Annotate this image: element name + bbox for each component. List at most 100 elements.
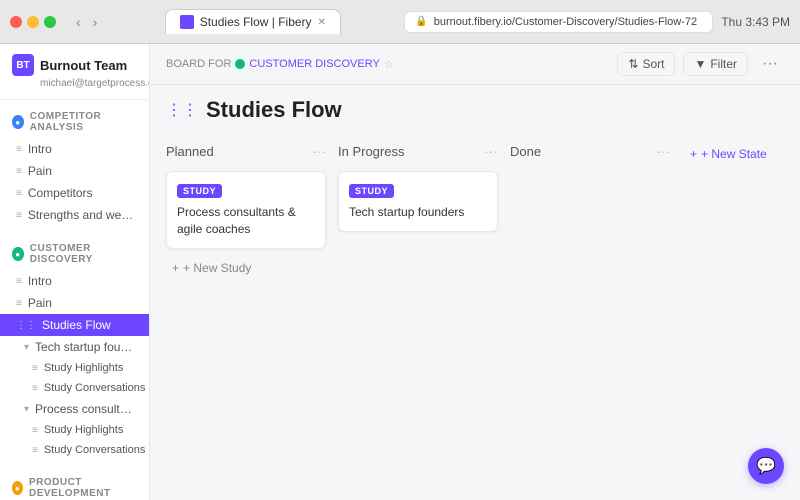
card-title: Process consultants & agile coaches (177, 204, 315, 238)
customer-discovery-label: CUSTOMER DISCOVERY (30, 243, 137, 265)
card-tag: STUDY (177, 184, 222, 198)
sort-button[interactable]: ⇅ Sort (617, 52, 675, 76)
close-window-button[interactable] (10, 16, 22, 28)
sidebar-section-product-development: ● PRODUCT DEVELOPMENT ≡ Intro ≡ Pain ◎ J… (0, 466, 149, 500)
column-dots-in-progress[interactable]: ··· (484, 143, 498, 159)
sidebar-section-customer-discovery: ● CUSTOMER DISCOVERY ≡ Intro ≡ Pain ⋮⋮ S… (0, 232, 149, 466)
user-email: michael@targetprocess.com (12, 78, 137, 89)
tab-title: Studies Flow | Fibery (200, 15, 312, 29)
sidebar-item-studies-flow[interactable]: ⋮⋮ Studies Flow (0, 314, 149, 336)
add-state-container: + + New State (682, 139, 775, 492)
chevron-down-icon: ▾ (24, 404, 29, 415)
chat-icon: 💬 (756, 456, 776, 476)
sidebar-item-study-conversations-1[interactable]: ≡ Study Conversations (0, 378, 149, 398)
lock-icon: 🔒 (415, 16, 427, 27)
card-process-consultants[interactable]: STUDY Process consultants & agile coache… (166, 171, 326, 249)
forward-button[interactable]: › (89, 12, 102, 32)
sidebar-item-competitors[interactable]: ≡ Competitors (0, 182, 149, 204)
browser-right-icons: Thu 3:43 PM (721, 15, 790, 29)
page-title-bar: ⋮⋮ Studies Flow (150, 85, 800, 131)
plus-icon: + (172, 261, 179, 275)
breadcrumb: BOARD FOR CUSTOMER DISCOVERY ☆ (166, 58, 394, 71)
chevron-down-icon: ▾ (24, 342, 29, 353)
address-text: burnout.fibery.io/Customer-Discovery/Stu… (434, 16, 697, 28)
sidebar-item-label: Study Highlights (44, 362, 124, 374)
sidebar-item-label: Tech startup founders (35, 340, 137, 354)
sidebar-item-intro-1[interactable]: ≡ Intro (0, 138, 149, 160)
column-dots-planned[interactable]: ··· (312, 143, 326, 159)
grid-icon: ≡ (16, 144, 22, 155)
browser-tab[interactable]: Studies Flow | Fibery ✕ (165, 9, 341, 34)
top-bar: BOARD FOR CUSTOMER DISCOVERY ☆ ⇅ Sort ▼ … (150, 44, 800, 85)
card-title: Tech startup founders (349, 204, 487, 221)
plus-icon: + (690, 147, 697, 161)
page-icon: ⋮⋮ (166, 100, 198, 120)
customer-discovery-icon: ● (12, 247, 24, 261)
maximize-window-button[interactable] (44, 16, 56, 28)
sidebar-header: BT Burnout Team michael@targetprocess.co… (0, 44, 149, 100)
sidebar-item-study-highlights-1[interactable]: ≡ Study Highlights (0, 358, 149, 378)
sidebar-item-pain-2[interactable]: ≡ Pain (0, 292, 149, 314)
star-icon[interactable]: ☆ (384, 58, 394, 71)
sidebar-item-process-consultants[interactable]: ▾ Process consultants & agile c... (0, 398, 149, 420)
sort-icon: ⇅ (628, 57, 638, 71)
sidebar-item-label: Competitors (28, 186, 93, 200)
add-state-button[interactable]: + + New State (682, 143, 775, 165)
minimize-window-button[interactable] (27, 16, 39, 28)
browser-time: Thu 3:43 PM (721, 15, 790, 29)
card-tech-startup[interactable]: STUDY Tech startup founders (338, 171, 498, 232)
sidebar-item-label: Pain (28, 296, 52, 310)
sidebar: BT Burnout Team michael@targetprocess.co… (0, 44, 150, 500)
sidebar-item-study-conversations-2[interactable]: ≡ Study Conversations (0, 440, 149, 460)
sidebar-item-pain-1[interactable]: ≡ Pain (0, 160, 149, 182)
column-planned: Planned ··· STUDY Process consultants & … (166, 139, 326, 492)
grid-icon: ≡ (16, 276, 22, 287)
board-icon: ⋮⋮ (16, 320, 36, 331)
browser-chrome: ‹ › Studies Flow | Fibery ✕ 🔒 burnout.fi… (0, 0, 800, 44)
more-options-button[interactable]: ··· (756, 53, 784, 75)
column-dots-done[interactable]: ··· (656, 143, 670, 159)
sidebar-item-intro-2[interactable]: ≡ Intro (0, 270, 149, 292)
new-study-label: + New Study (183, 261, 251, 275)
page-title: Studies Flow (206, 97, 342, 123)
sidebar-section-competitor-analysis: ● COMPETITOR ANALYSIS ≡ Intro ≡ Pain ≡ C… (0, 100, 149, 232)
sidebar-item-tech-startup[interactable]: ▾ Tech startup founders (0, 336, 149, 358)
browser-window-controls (10, 16, 56, 28)
sidebar-item-label: Study Conversations (44, 382, 146, 394)
team-name-label: Burnout Team (40, 58, 127, 73)
board: Planned ··· STUDY Process consultants & … (150, 131, 800, 500)
customer-discovery-header: ● CUSTOMER DISCOVERY (0, 238, 149, 270)
sidebar-item-label: Intro (28, 274, 52, 288)
sidebar-item-label: Pain (28, 164, 52, 178)
product-development-header: ● PRODUCT DEVELOPMENT (0, 472, 149, 500)
sidebar-item-strengths[interactable]: ≡ Strengths and weaknesses (0, 204, 149, 226)
team-avatar: BT (12, 54, 34, 76)
sidebar-item-study-highlights-2[interactable]: ≡ Study Highlights (0, 420, 149, 440)
grid-icon: ≡ (16, 210, 22, 221)
section-link[interactable]: CUSTOMER DISCOVERY (235, 58, 379, 70)
back-button[interactable]: ‹ (72, 12, 85, 32)
grid-icon: ≡ (16, 166, 22, 177)
new-study-button-planned[interactable]: + + New Study (166, 257, 326, 279)
filter-icon: ▼ (694, 57, 706, 71)
grid-icon: ≡ (16, 298, 22, 309)
add-state-label: + New State (701, 147, 767, 161)
competitor-analysis-label: COMPETITOR ANALYSIS (30, 111, 137, 133)
filter-button[interactable]: ▼ Filter (683, 52, 748, 76)
sidebar-item-label: Strengths and weaknesses (28, 208, 137, 222)
column-done: Done ··· (510, 139, 670, 492)
sidebar-item-label: Process consultants & agile c... (35, 402, 137, 416)
competitor-analysis-header: ● COMPETITOR ANALYSIS (0, 106, 149, 138)
main-content: BOARD FOR CUSTOMER DISCOVERY ☆ ⇅ Sort ▼ … (150, 44, 800, 500)
sidebar-item-label: Study Highlights (44, 424, 124, 436)
column-title-done: Done (510, 144, 541, 159)
product-development-label: PRODUCT DEVELOPMENT (29, 477, 137, 499)
column-header-done: Done ··· (510, 139, 670, 163)
grid-icon: ≡ (32, 383, 38, 394)
column-in-progress: In Progress ··· STUDY Tech startup found… (338, 139, 498, 492)
tab-favicon (180, 15, 194, 29)
chat-bubble-button[interactable]: 💬 (748, 448, 784, 484)
team-name[interactable]: BT Burnout Team (12, 54, 137, 76)
tab-close-button[interactable]: ✕ (318, 17, 326, 28)
address-bar[interactable]: 🔒 burnout.fibery.io/Customer-Discovery/S… (404, 11, 713, 33)
